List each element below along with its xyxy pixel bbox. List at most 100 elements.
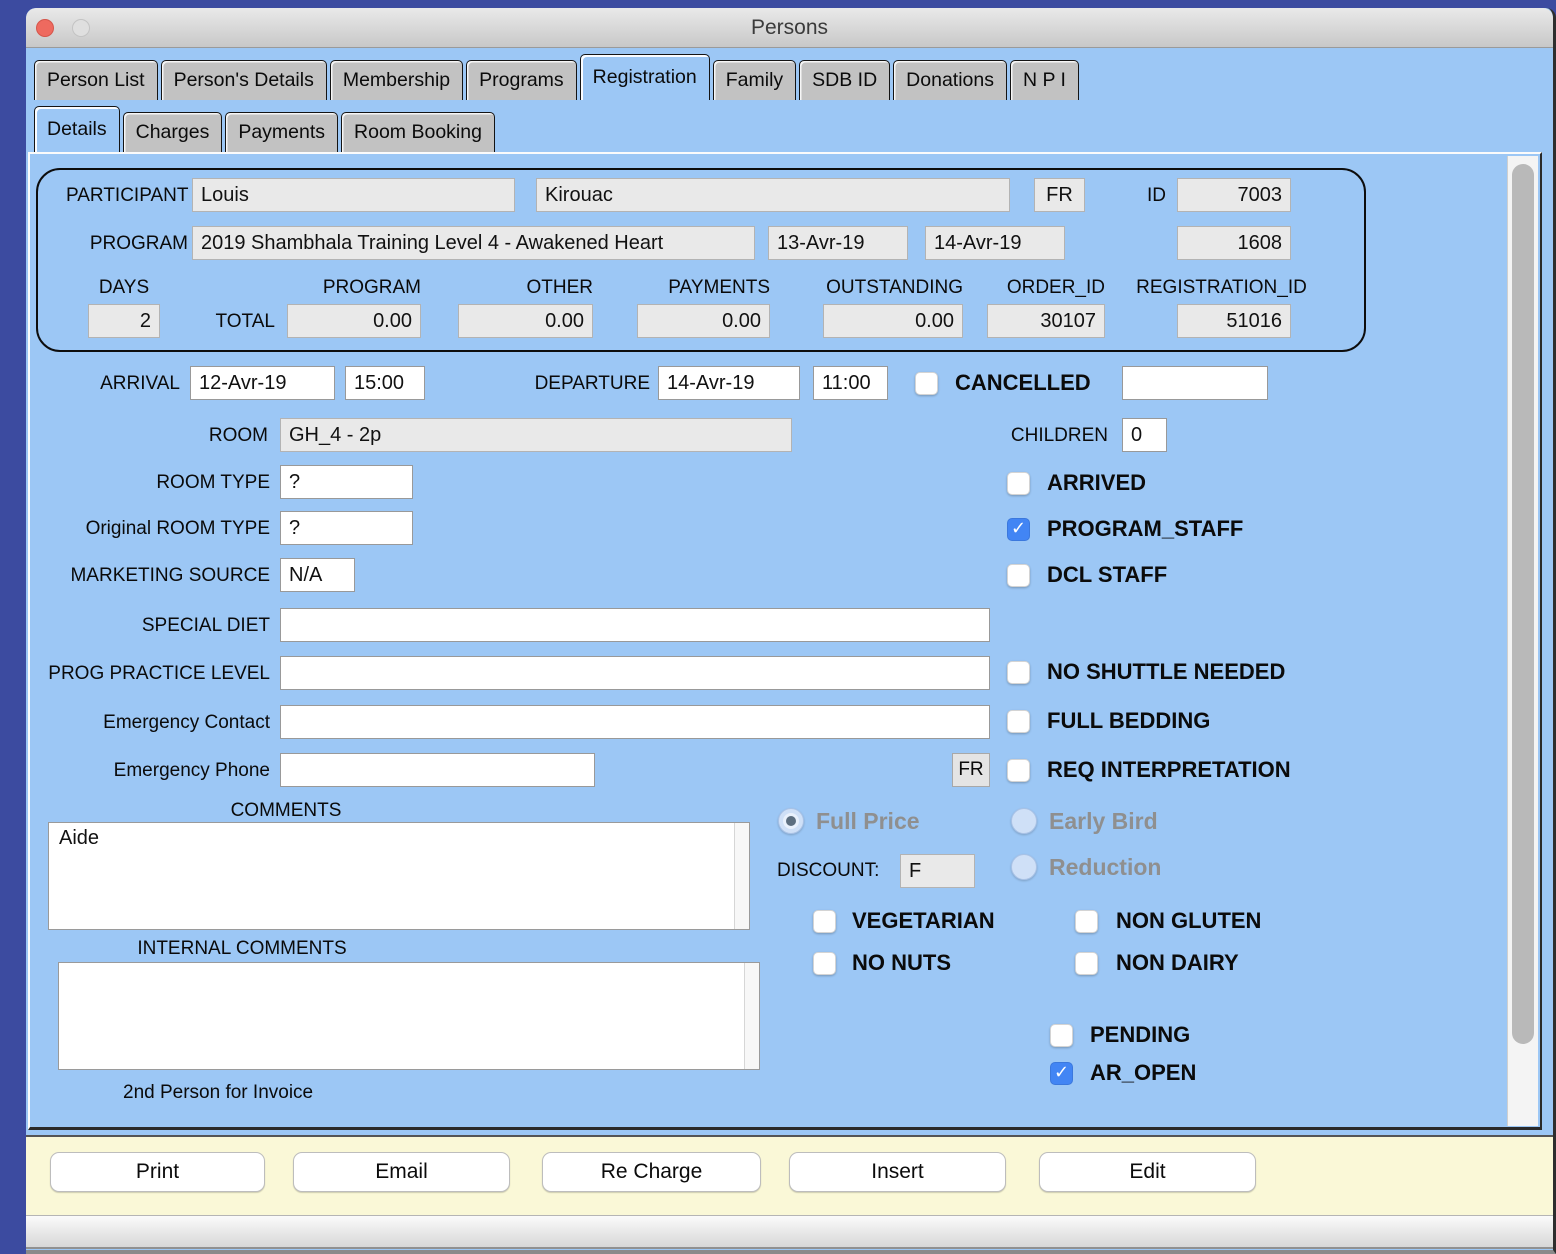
original-room-type-input[interactable] [280,511,413,545]
ar-open-label: AR_OPEN [1090,1060,1196,1086]
room-label: ROOM [166,425,268,447]
program-staff-checkbox[interactable] [1007,518,1030,541]
tab-programs[interactable]: Programs [466,60,577,100]
prog-practice-level-input[interactable] [280,656,990,690]
print-button[interactable]: Print [50,1152,265,1192]
subtab-details[interactable]: Details [34,106,120,152]
room-type-input[interactable] [280,465,413,499]
cancelled-checkbox[interactable] [915,372,938,395]
tab-persons-details[interactable]: Person's Details [161,60,327,100]
panel-scrollbar-thumb[interactable] [1512,164,1534,1044]
program-total-label: PROGRAM [287,277,421,299]
main-tab-bar: Person List Person's Details Membership … [34,58,1082,100]
emergency-phone-label: Emergency Phone [86,760,270,782]
program-label: PROGRAM [66,233,188,255]
full-bedding-checkbox[interactable] [1007,710,1030,733]
dcl-staff-label: DCL STAFF [1047,562,1167,588]
program-name-field: 2019 Shambhala Training Level 4 - Awaken… [192,226,755,260]
fr-language-button[interactable]: FR [952,753,990,787]
last-name-field: Kirouac [536,178,1010,212]
full-bedding-label: FULL BEDDING [1047,708,1210,734]
departure-time-input[interactable] [813,366,888,400]
children-input[interactable] [1122,418,1167,452]
room-type-label: ROOM TYPE [126,472,270,494]
pending-checkbox[interactable] [1050,1024,1073,1047]
non-gluten-checkbox[interactable] [1075,910,1098,933]
status-bar [26,1215,1553,1249]
arrived-label: ARRIVED [1047,470,1146,496]
id-label: ID [1116,185,1166,207]
tab-person-list[interactable]: Person List [34,60,158,100]
payments-label: PAYMENTS [637,277,770,299]
person-id-field: 7003 [1177,178,1291,212]
program-start-date-field: 13-Avr-19 [768,226,908,260]
no-shuttle-checkbox[interactable] [1007,661,1030,684]
emergency-contact-input[interactable] [280,705,990,739]
order-id-label: ORDER_ID [987,277,1105,299]
arrival-date-input[interactable] [190,366,335,400]
program-staff-label: PROGRAM_STAFF [1047,516,1243,542]
days-field: 2 [88,304,160,338]
subtab-charges[interactable]: Charges [123,112,223,152]
registration-id-field: 51016 [1177,304,1291,338]
second-person-invoice-label: 2nd Person for Invoice [123,1082,313,1104]
prog-practice-level-label: PROG PRACTICE LEVEL [36,663,270,685]
internal-comments-textarea[interactable] [58,962,760,1070]
tab-family[interactable]: Family [713,60,796,100]
early-bird-label: Early Bird [1049,808,1158,835]
children-label: CHILDREN [1003,425,1108,447]
order-id-field: 30107 [987,304,1105,338]
vegetarian-label: VEGETARIAN [852,908,995,934]
non-gluten-label: NON GLUTEN [1116,908,1261,934]
tab-npi[interactable]: N P I [1010,60,1079,100]
tab-membership[interactable]: Membership [330,60,463,100]
non-dairy-checkbox[interactable] [1075,952,1098,975]
tab-sdb-id[interactable]: SDB ID [799,60,890,100]
days-label: DAYS [88,277,160,299]
arrived-checkbox[interactable] [1007,472,1030,495]
early-bird-radio[interactable] [1011,808,1037,834]
outstanding-field: 0.00 [823,304,963,338]
dcl-staff-checkbox[interactable] [1007,564,1030,587]
subtab-room-booking[interactable]: Room Booking [341,112,495,152]
special-diet-input[interactable] [280,608,990,642]
panel-scrollbar[interactable] [1507,156,1538,1126]
marketing-source-input[interactable] [280,558,355,592]
recharge-button[interactable]: Re Charge [542,1152,761,1192]
tab-registration[interactable]: Registration [580,54,710,100]
tab-donations[interactable]: Donations [893,60,1007,100]
edit-button[interactable]: Edit [1039,1152,1256,1192]
emergency-phone-input[interactable] [280,753,595,787]
insert-button[interactable]: Insert [789,1152,1006,1192]
arrival-time-input[interactable] [345,366,425,400]
comments-label: COMMENTS [186,800,386,822]
no-shuttle-label: NO SHUTTLE NEEDED [1047,659,1285,685]
departure-date-input[interactable] [658,366,800,400]
internal-comments-scrollbar[interactable] [744,963,759,1069]
full-price-label: Full Price [816,808,920,835]
comments-scrollbar[interactable] [734,823,749,929]
vegetarian-checkbox[interactable] [813,910,836,933]
non-dairy-label: NON DAIRY [1116,950,1239,976]
ar-open-checkbox[interactable] [1050,1062,1073,1085]
no-nuts-checkbox[interactable] [813,952,836,975]
program-end-date-field: 14-Avr-19 [925,226,1065,260]
first-name-field: Louis [192,178,515,212]
arrival-label: ARRIVAL [66,373,180,395]
internal-comments-label: INTERNAL COMMENTS [112,938,372,960]
req-interpretation-label: REQ INTERPRETATION [1047,757,1291,783]
reduction-label: Reduction [1049,854,1161,881]
emergency-contact-label: Emergency Contact [76,712,270,734]
total-label: TOTAL [205,311,275,333]
discount-field: F [900,854,975,888]
full-price-radio[interactable] [778,808,804,834]
req-interpretation-checkbox[interactable] [1007,759,1030,782]
comments-textarea[interactable]: Aide [48,822,750,930]
cancelled-date-input[interactable] [1122,366,1268,400]
special-diet-label: SPECIAL DIET [126,615,270,637]
email-button[interactable]: Email [293,1152,510,1192]
reduction-radio[interactable] [1011,854,1037,880]
departure-label: DEPARTURE [516,373,650,395]
sub-tab-bar: Details Charges Payments Room Booking [34,110,498,152]
subtab-payments[interactable]: Payments [225,112,338,152]
